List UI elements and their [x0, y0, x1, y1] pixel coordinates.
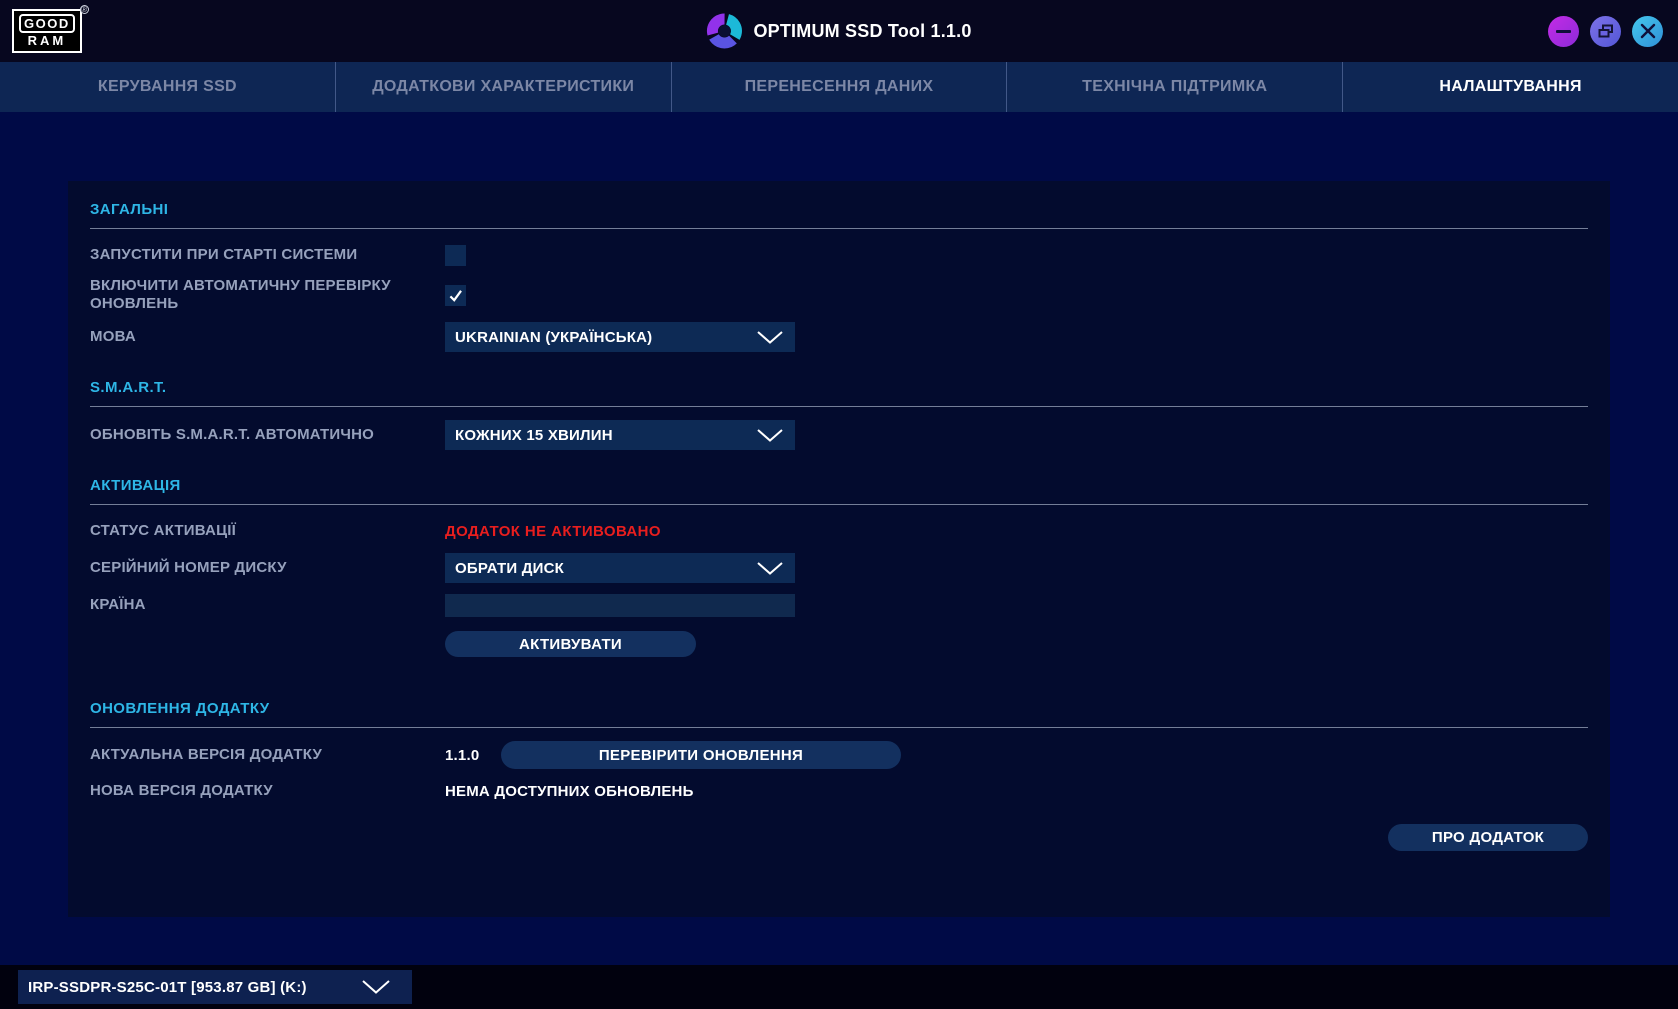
app-title: OPTIMUM SSD Tool 1.1.0	[753, 21, 971, 42]
serial-number-dropdown-value: ОБРАТИ ДИСК	[455, 560, 564, 577]
section-divider	[90, 727, 1588, 728]
smart-refresh-row: ОБНОВІТЬ S.M.A.R.T. АВТОМАТИЧНО КОЖНИХ 1…	[90, 420, 1588, 450]
tab-technical-support[interactable]: ТЕХНІЧНА ПІДТРИМКА	[1007, 62, 1343, 112]
country-input[interactable]	[445, 594, 795, 617]
chevron-down-icon	[757, 429, 783, 442]
language-dropdown-value: UKRAINIAN (УКРАЇНСЬКА)	[455, 329, 652, 346]
activation-status-row: СТАТУС АКТИВАЦІЇ ДОДАТОК НЕ АКТИВОВАНО	[90, 518, 1588, 544]
goodram-logo: GOOD RAM ®	[12, 9, 82, 53]
current-version-label: АКТУАЛЬНА ВЕРСІЯ ДОДАТКУ	[90, 746, 445, 764]
goodram-logo-good: GOOD	[19, 14, 75, 33]
country-row: КРАЇНА	[90, 592, 1588, 618]
section-divider	[90, 406, 1588, 407]
spacer	[90, 361, 1588, 375]
serial-number-dropdown[interactable]: ОБРАТИ ДИСК	[445, 553, 795, 583]
drive-selector-value: IRP-SSDPR-S25C-01T [953.87 GB] (K:)	[28, 979, 307, 996]
spacer	[90, 459, 1588, 473]
tab-advanced-characteristics[interactable]: ДОДАТКОВИ ХАРАКТЕРИСТИКИ	[336, 62, 672, 112]
tab-data-migration[interactable]: ПЕРЕНЕСЕННЯ ДАНИХ	[672, 62, 1008, 112]
section-divider	[90, 228, 1588, 229]
serial-number-label: СЕРІЙНИЙ НОМЕР ДИСКУ	[90, 559, 445, 577]
chevron-down-icon	[757, 331, 783, 344]
smart-refresh-label: ОБНОВІТЬ S.M.A.R.T. АВТОМАТИЧНО	[90, 426, 445, 444]
auto-update-check-label: ВКЛЮЧИТИ АВТОМАТИЧНУ ПЕРЕВІРКУ ОНОВЛЕНЬ	[90, 277, 445, 313]
optimum-disc-icon	[706, 13, 742, 49]
run-at-startup-label: ЗАПУСТИТИ ПРИ СТАРТІ СИСТЕМИ	[90, 246, 445, 264]
current-version-row: АКТУАЛЬНА ВЕРСІЯ ДОДАТКУ 1.1.0 ПЕРЕВІРИТ…	[90, 741, 1588, 769]
run-at-startup-checkbox[interactable]	[445, 245, 466, 266]
activation-status-label: СТАТУС АКТИВАЦІЇ	[90, 522, 445, 540]
close-button[interactable]	[1632, 16, 1663, 47]
section-update-header: ОНОВЛЕННЯ ДОДАТКУ	[90, 700, 1588, 717]
section-activation-header: АКТИВАЦІЯ	[90, 477, 1588, 494]
chevron-down-icon	[362, 980, 390, 994]
new-version-row: НОВА ВЕРСІЯ ДОДАТКУ НЕМА ДОСТУПНИХ ОБНОВ…	[90, 778, 1588, 804]
restore-window-icon	[1598, 24, 1614, 38]
checkmark-icon	[447, 287, 464, 304]
drive-selector-dropdown[interactable]: IRP-SSDPR-S25C-01T [953.87 GB] (K:)	[18, 970, 412, 1004]
section-general-header: ЗАГАЛЬНІ	[90, 201, 1588, 218]
goodram-logo-ram: RAM	[28, 34, 67, 48]
section-divider	[90, 504, 1588, 505]
minimize-button[interactable]	[1548, 16, 1579, 47]
about-row: ПРО ДОДАТОК	[90, 824, 1588, 851]
run-at-startup-row: ЗАПУСТИТИ ПРИ СТАРТІ СИСТЕМИ	[90, 242, 1588, 268]
country-label: КРАЇНА	[90, 596, 445, 614]
registered-trademark-icon: ®	[80, 5, 89, 14]
auto-update-check-row: ВКЛЮЧИТИ АВТОМАТИЧНУ ПЕРЕВІРКУ ОНОВЛЕНЬ	[90, 277, 1588, 313]
tab-ssd-management[interactable]: КЕРУВАННЯ SSD	[0, 62, 336, 112]
maximize-button[interactable]	[1590, 16, 1621, 47]
settings-panel: ЗАГАЛЬНІ ЗАПУСТИТИ ПРИ СТАРТІ СИСТЕМИ ВК…	[68, 181, 1610, 917]
smart-refresh-dropdown[interactable]: КОЖНИХ 15 ХВИЛИН	[445, 420, 795, 450]
new-version-label: НОВА ВЕРСІЯ ДОДАТКУ	[90, 782, 445, 800]
auto-update-check-checkbox[interactable]	[445, 285, 466, 306]
app-brand: OPTIMUM SSD Tool 1.1.0	[706, 13, 971, 49]
main-tabs: КЕРУВАННЯ SSD ДОДАТКОВИ ХАРАКТЕРИСТИКИ П…	[0, 62, 1678, 112]
activation-status-value: ДОДАТОК НЕ АКТИВОВАНО	[445, 523, 661, 540]
serial-number-row: СЕРІЙНИЙ НОМЕР ДИСКУ ОБРАТИ ДИСК	[90, 553, 1588, 583]
new-version-value: НЕМА ДОСТУПНИХ ОБНОВЛЕНЬ	[445, 783, 694, 800]
settings-page: ЗАГАЛЬНІ ЗАПУСТИТИ ПРИ СТАРТІ СИСТЕМИ ВК…	[0, 112, 1678, 965]
chevron-down-icon	[757, 562, 783, 575]
spacer	[90, 666, 1588, 696]
tab-settings[interactable]: НАЛАШТУВАННЯ	[1343, 62, 1678, 112]
activate-row: АКТИВУВАТИ	[90, 627, 1588, 657]
language-row: МОВА UKRAINIAN (УКРАЇНСЬКА)	[90, 322, 1588, 352]
check-updates-button[interactable]: ПЕРЕВІРИТИ ОНОВЛЕННЯ	[501, 741, 901, 769]
about-button[interactable]: ПРО ДОДАТОК	[1388, 824, 1588, 851]
title-bar: GOOD RAM ® OPTIMUM SSD Tool 1.1.0	[0, 0, 1678, 62]
smart-refresh-dropdown-value: КОЖНИХ 15 ХВИЛИН	[455, 427, 613, 444]
language-dropdown[interactable]: UKRAINIAN (УКРАЇНСЬКА)	[445, 322, 795, 352]
window-controls	[1548, 16, 1663, 47]
activate-button[interactable]: АКТИВУВАТИ	[445, 631, 696, 657]
language-label: МОВА	[90, 328, 445, 346]
section-smart-header: S.M.A.R.T.	[90, 379, 1588, 396]
drive-bar: IRP-SSDPR-S25C-01T [953.87 GB] (K:)	[0, 965, 1678, 1009]
close-icon	[1640, 23, 1656, 39]
minimize-icon	[1556, 30, 1571, 33]
current-version-value: 1.1.0	[445, 747, 501, 764]
